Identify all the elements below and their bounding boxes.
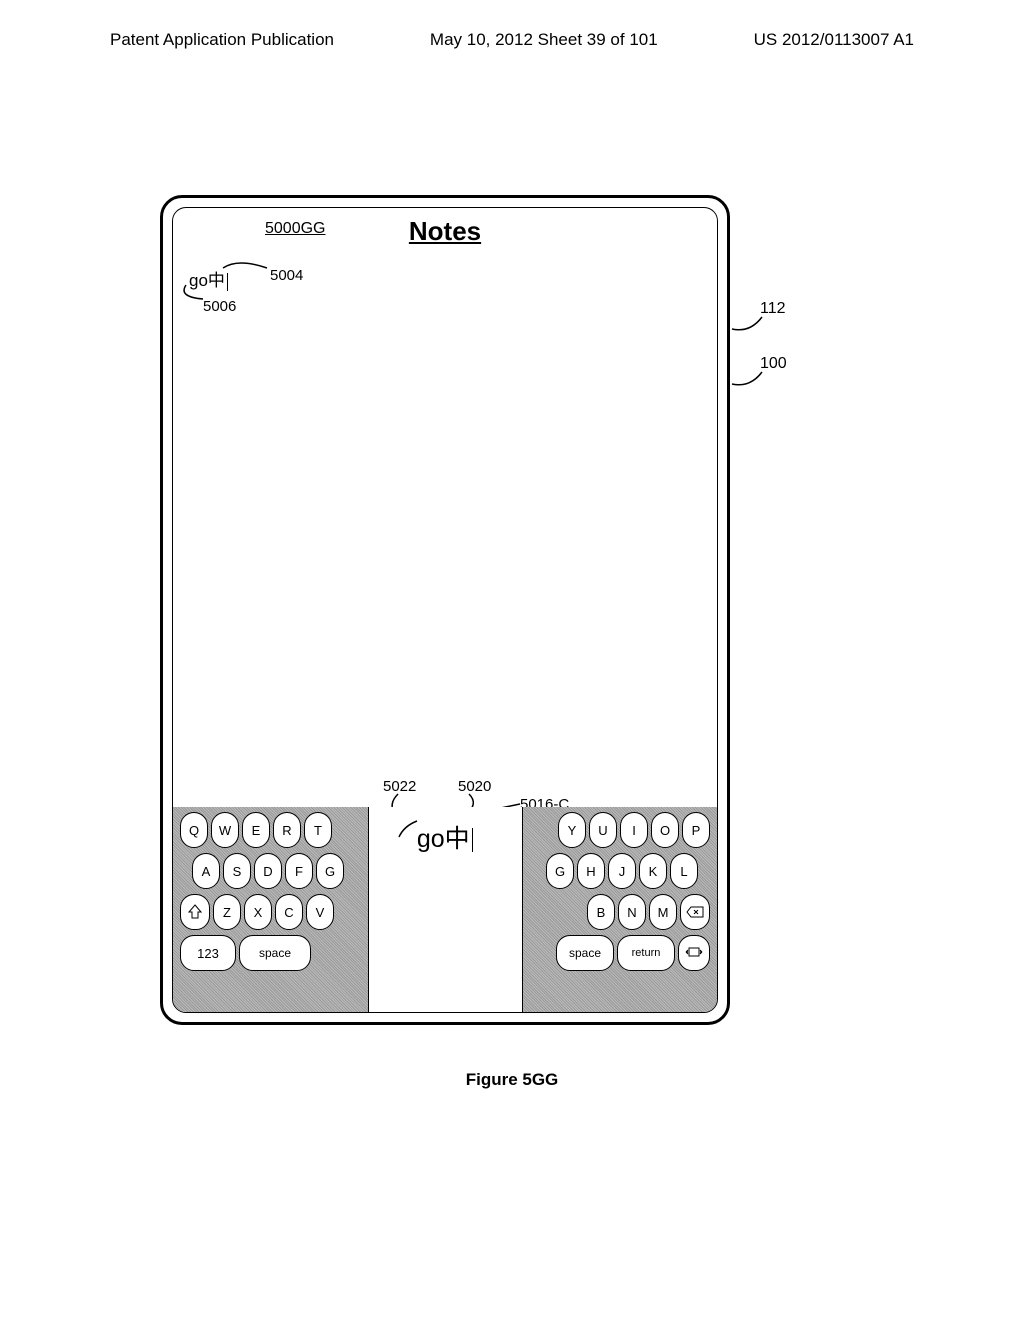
center-cursor <box>472 828 474 852</box>
key-123[interactable]: 123 <box>180 935 236 971</box>
kb-row-4-right: space return <box>528 935 713 971</box>
key-r[interactable]: R <box>273 812 301 848</box>
backspace-icon <box>686 906 704 918</box>
key-t[interactable]: T <box>304 812 332 848</box>
screen: 5000GG Notes go中 5004 5006 5022 <box>172 207 718 1013</box>
key-w[interactable]: W <box>211 812 239 848</box>
kb-row-2-right: G H J K L <box>528 853 713 889</box>
key-o[interactable]: O <box>651 812 679 848</box>
key-space-right[interactable]: space <box>556 935 614 971</box>
center-input-area[interactable]: go中 <box>417 819 473 855</box>
key-f[interactable]: F <box>285 853 313 889</box>
key-x[interactable]: X <box>244 894 272 930</box>
device-container: 5000GG Notes go中 5004 5006 5022 <box>160 195 730 1025</box>
key-q[interactable]: Q <box>180 812 208 848</box>
key-l[interactable]: L <box>670 853 698 889</box>
key-k[interactable]: K <box>639 853 667 889</box>
figure-caption: Figure 5GG <box>466 1070 559 1090</box>
key-i[interactable]: I <box>620 812 648 848</box>
key-b[interactable]: B <box>587 894 615 930</box>
figure-reference: 5000GG <box>265 220 325 238</box>
key-g[interactable]: G <box>316 853 344 889</box>
keyboard-left: Q W E R T A S D F G <box>173 807 368 1012</box>
key-a[interactable]: A <box>192 853 220 889</box>
page-header: Patent Application Publication May 10, 2… <box>0 0 1024 70</box>
ref-5004: 5004 <box>270 267 303 284</box>
kb-row-1-right: Y U I O P <box>528 812 713 848</box>
key-m[interactable]: M <box>649 894 677 930</box>
kb-row-3-right: B N M <box>528 894 713 930</box>
kb-row-1-left: Q W E R T <box>178 812 363 848</box>
key-shift[interactable] <box>180 894 210 930</box>
annotation-112 <box>732 315 766 333</box>
annotation-100 <box>732 370 766 388</box>
kb-row-4-left: 123 space <box>178 935 363 971</box>
key-c[interactable]: C <box>275 894 303 930</box>
key-p[interactable]: P <box>682 812 710 848</box>
center-text-value: go中 <box>417 825 470 853</box>
key-y[interactable]: Y <box>558 812 586 848</box>
keyboard: Q W E R T A S D F G <box>173 807 717 1012</box>
key-d[interactable]: D <box>254 853 282 889</box>
kb-row-3-left: Z X C V <box>178 894 363 930</box>
key-z[interactable]: Z <box>213 894 241 930</box>
key-v[interactable]: V <box>306 894 334 930</box>
content-area[interactable]: go中 5004 5006 <box>173 250 717 790</box>
key-return[interactable]: return <box>617 935 675 971</box>
header-left: Patent Application Publication <box>110 30 334 50</box>
key-g2[interactable]: G <box>546 853 574 889</box>
key-hide-keyboard[interactable] <box>678 935 710 971</box>
device-frame: 5000GG Notes go中 5004 5006 5022 <box>160 195 730 1025</box>
annotation-curve-5004 <box>223 260 273 280</box>
keyboard-right: Y U I O P G H J K L B N <box>523 807 718 1012</box>
key-u[interactable]: U <box>589 812 617 848</box>
header-center: May 10, 2012 Sheet 39 of 101 <box>430 30 658 50</box>
kb-row-2-left: A S D F G <box>178 853 363 889</box>
keyboard-center: go中 <box>368 807 523 1012</box>
key-n[interactable]: N <box>618 894 646 930</box>
title-bar: 5000GG Notes <box>173 208 717 250</box>
key-j[interactable]: J <box>608 853 636 889</box>
key-e[interactable]: E <box>242 812 270 848</box>
annotation-center-curve <box>399 821 419 839</box>
header-right: US 2012/0113007 A1 <box>754 30 914 50</box>
key-s[interactable]: S <box>223 853 251 889</box>
ref-5022: 5022 <box>383 778 416 795</box>
ref-5020: 5020 <box>458 778 491 795</box>
ref-5006: 5006 <box>203 298 236 315</box>
key-backspace[interactable] <box>680 894 710 930</box>
key-space-left[interactable]: space <box>239 935 311 971</box>
hide-keyboard-icon <box>684 946 704 960</box>
key-h[interactable]: H <box>577 853 605 889</box>
app-title: Notes <box>409 216 481 247</box>
shift-icon <box>188 904 202 920</box>
